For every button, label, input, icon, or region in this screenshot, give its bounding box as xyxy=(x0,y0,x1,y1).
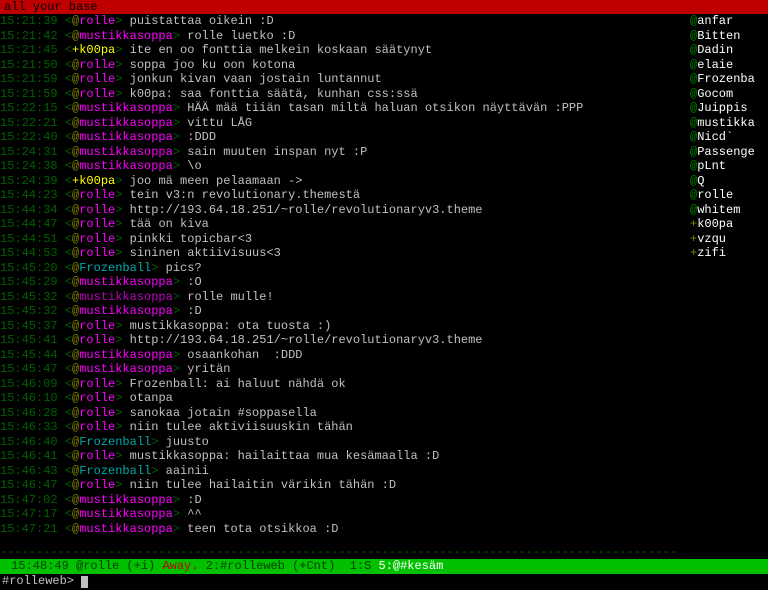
chat-line: 15:44:47 <@rolle> tää on kiva xyxy=(0,217,686,232)
chat-line: 15:45:32 <@mustikkasoppa> rolle mulle! xyxy=(0,290,686,305)
chat-line: 15:46:10 <@rolle> otanpa xyxy=(0,391,686,406)
chat-line: 15:24:39 <+k00pa> joo mä meen pelaamaan … xyxy=(0,174,686,189)
chat-line: 15:24:31 <@mustikkasoppa> sain muuten in… xyxy=(0,145,686,160)
chat-line: 15:45:29 <@mustikkasoppa> :O xyxy=(0,275,686,290)
chat-line: 15:45:32 <@mustikkasoppa> :D xyxy=(0,304,686,319)
status-time: 15:48:49 xyxy=(11,559,69,573)
chat-line: 15:21:45 <+k00pa> ite en oo fonttia melk… xyxy=(0,43,686,58)
input-prompt: #rolleweb> xyxy=(2,574,74,588)
chat-line: 15:46:28 <@rolle> sanokaa jotain #soppas… xyxy=(0,406,686,421)
nick-list[interactable]: @anfar@Bitten@Dadin@elaie@Frozenba@Gocom… xyxy=(688,14,768,545)
chat-line: 15:21:50 <@rolle> soppa joo ku oon koton… xyxy=(0,58,686,73)
chat-line: 15:44:23 <@rolle> tein v3:n revolutionar… xyxy=(0,188,686,203)
chat-line: 15:22:15 <@mustikkasoppa> HÄÄ mää tiiän … xyxy=(0,101,686,116)
nick-list-item[interactable]: +zifi xyxy=(690,246,768,261)
nick-list-item[interactable]: @Passenge xyxy=(690,145,768,160)
nick-list-item[interactable]: @whitem xyxy=(690,203,768,218)
status-win2: 2:#rolleweb (+Cnt) 1:S xyxy=(206,559,372,573)
chat-line: 15:45:20 <@Frozenball> pics? xyxy=(0,261,686,276)
nick-list-item[interactable]: @elaie xyxy=(690,58,768,73)
nick-list-item[interactable]: @Nicd` xyxy=(690,130,768,145)
separator: ----------------------------------------… xyxy=(0,545,768,560)
chat-line: 15:47:17 <@mustikkasoppa> ^^ xyxy=(0,507,686,522)
status-nick: @rolle (+i) xyxy=(76,559,155,573)
chat-line: 15:46:09 <@rolle> Frozenball: ai haluut … xyxy=(0,377,686,392)
chat-line: 15:46:43 <@Frozenball> aainii xyxy=(0,464,686,479)
chat-line: 15:44:34 <@rolle> http://193.64.18.251/~… xyxy=(0,203,686,218)
nick-list-item[interactable]: @Gocom xyxy=(690,87,768,102)
chat-line: 15:24:38 <@mustikkasoppa> \o xyxy=(0,159,686,174)
chat-line: 15:44:53 <@rolle> sininen aktiivisuus<3 xyxy=(0,246,686,261)
chat-line: 15:45:47 <@mustikkasoppa> yritän xyxy=(0,362,686,377)
chat-line: 15:44:51 <@rolle> pinkki topicbar<3 xyxy=(0,232,686,247)
nick-list-item[interactable]: @Q xyxy=(690,174,768,189)
chat-line: 15:45:41 <@rolle> http://193.64.18.251/~… xyxy=(0,333,686,348)
nick-list-item[interactable]: @anfar xyxy=(690,14,768,29)
chat-line: 15:46:33 <@rolle> niin tulee aktiviisuus… xyxy=(0,420,686,435)
chat-line: 15:47:02 <@mustikkasoppa> :D xyxy=(0,493,686,508)
chat-log[interactable]: 15:21:39 <@rolle> puistattaa oikein :D15… xyxy=(0,14,688,545)
cursor xyxy=(81,576,88,588)
nick-list-item[interactable]: +vzqu xyxy=(690,232,768,247)
nick-list-item[interactable]: @mustikka xyxy=(690,116,768,131)
nick-list-item[interactable]: @Dadin xyxy=(690,43,768,58)
chat-line: 15:46:40 <@Frozenball> juusto xyxy=(0,435,686,450)
nick-list-item[interactable]: @Bitten xyxy=(690,29,768,44)
chat-line: 15:47:21 <@mustikkasoppa> teen tota otsi… xyxy=(0,522,686,537)
nick-list-item[interactable]: @pLnt xyxy=(690,159,768,174)
chat-line: 15:46:47 <@rolle> niin tulee hailaitin v… xyxy=(0,478,686,493)
chat-line: 15:21:39 <@rolle> puistattaa oikein :D xyxy=(0,14,686,29)
status-away: Away. xyxy=(162,559,198,573)
chat-line: 15:45:44 <@mustikkasoppa> osaankohan :DD… xyxy=(0,348,686,363)
chat-line: 15:22:21 <@mustikkasoppa> vittu LÅG xyxy=(0,116,686,131)
chat-line: 15:45:37 <@rolle> mustikkasoppa: ota tuo… xyxy=(0,319,686,334)
nick-list-item[interactable]: @Juippis xyxy=(690,101,768,116)
nick-list-item[interactable]: @Frozenba xyxy=(690,72,768,87)
chat-line: 15:21:42 <@mustikkasoppa> rolle luetko :… xyxy=(0,29,686,44)
chat-line: 15:46:41 <@rolle> mustikkasoppa: hailait… xyxy=(0,449,686,464)
nick-list-item[interactable]: +k00pa xyxy=(690,217,768,232)
chat-line: 15:21:59 <@rolle> jonkun kivan vaan jost… xyxy=(0,72,686,87)
chat-line: 15:21:59 <@rolle> k00pa: saa fonttia sää… xyxy=(0,87,686,102)
nick-list-item[interactable]: @rolle xyxy=(690,188,768,203)
input-line[interactable]: #rolleweb> xyxy=(0,574,768,590)
status-bar: 15:48:49 @rolle (+i) Away. 2:#rolleweb (… xyxy=(0,559,768,574)
status-win5: 5:@#kesäm xyxy=(379,559,444,573)
topic-bar: all your base xyxy=(0,0,768,14)
chat-line: 15:22:40 <@mustikkasoppa> :DDD xyxy=(0,130,686,145)
